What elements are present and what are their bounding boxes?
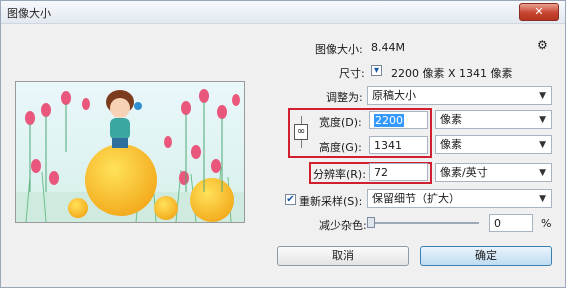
resample-value: 保留细节（扩大） [372, 192, 460, 205]
link-bracket-bottom [301, 140, 302, 148]
noise-slider-track[interactable] [371, 222, 479, 224]
resolution-label: 分辨率(R): [313, 168, 366, 181]
chain-link-icon[interactable]: ∞ [294, 124, 308, 140]
width-label: 宽度(D): [319, 116, 362, 129]
fit-to-label: 调整为: [326, 91, 363, 104]
cancel-button[interactable]: 取消 [277, 246, 409, 266]
resample-label: 重新采样(S): [299, 195, 363, 208]
image-preview[interactable] [15, 81, 245, 223]
chevron-down-icon: ▼ [539, 140, 546, 150]
gear-icon[interactable]: ⚙ [537, 38, 548, 52]
image-size-dialog: 图像大小 ✕ 图像大小: 8.44M ⚙ 尺寸: ▾ 2200 像素 X 134… [0, 0, 566, 288]
width-unit-select[interactable]: 像素 ▼ [435, 110, 552, 129]
resample-select[interactable]: 保留细节（扩大） ▼ [367, 189, 552, 208]
noise-unit: % [541, 217, 552, 230]
resolution-input[interactable]: 72 [369, 163, 428, 181]
image-size-label: 图像大小: [315, 43, 363, 56]
preview-illustration [16, 82, 244, 222]
noise-value: 0 [494, 217, 501, 230]
width-unit-value: 像素 [440, 113, 462, 126]
resolution-value: 72 [374, 166, 388, 179]
fit-to-select[interactable]: 原稿大小 ▼ [367, 86, 552, 105]
dimensions-dropdown-icon[interactable]: ▾ [371, 65, 382, 76]
resample-checkbox[interactable]: ✔ [285, 194, 296, 205]
title-bar: 图像大小 ✕ [1, 1, 565, 24]
close-button[interactable]: ✕ [519, 3, 559, 21]
resolution-unit-value: 像素/英寸 [440, 166, 488, 179]
width-input[interactable]: 2200 [369, 111, 428, 129]
noise-slider-thumb[interactable] [367, 217, 375, 228]
chevron-down-icon: ▼ [539, 115, 546, 125]
fit-to-value: 原稿大小 [372, 89, 416, 102]
chevron-down-icon: ▼ [539, 91, 546, 101]
ok-button[interactable]: 确定 [420, 246, 552, 266]
height-unit-select[interactable]: 像素 ▼ [435, 135, 552, 154]
height-label: 高度(G): [319, 141, 362, 154]
noise-label: 减少杂色: [319, 219, 367, 232]
width-value: 2200 [374, 114, 404, 127]
chevron-down-icon: ▼ [539, 168, 546, 178]
link-bracket-top [301, 116, 302, 124]
noise-input[interactable]: 0 [489, 214, 533, 232]
dimensions-value: 2200 像素 X 1341 像素 [391, 67, 513, 80]
height-unit-value: 像素 [440, 138, 462, 151]
height-input[interactable]: 1341 [369, 136, 428, 154]
resolution-unit-select[interactable]: 像素/英寸 ▼ [435, 163, 552, 182]
dimensions-label: 尺寸: [339, 67, 365, 80]
image-size-value: 8.44M [371, 41, 405, 54]
height-value: 1341 [374, 139, 402, 152]
chevron-down-icon: ▼ [539, 194, 546, 204]
window-title: 图像大小 [7, 7, 51, 20]
